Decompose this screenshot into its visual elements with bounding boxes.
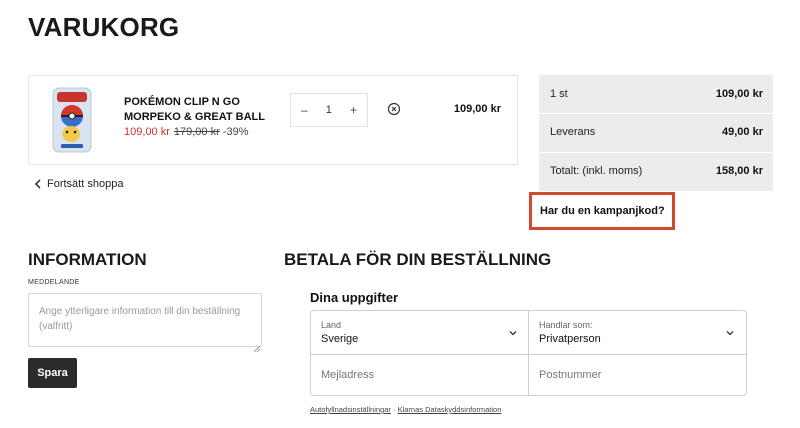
postcode-field[interactable]: Postnummer [539, 369, 739, 381]
email-placeholder: Mejladress [321, 369, 375, 381]
order-summary: 1 st 109,00 kr Leverans 49,00 kr Totalt:… [539, 75, 773, 191]
decrease-quantity-button[interactable]: – [301, 103, 308, 117]
summary-divider [539, 152, 773, 153]
promo-code-highlight: Har du en kampanjkod? [529, 192, 675, 230]
summary-divider [539, 113, 773, 114]
summary-label: Leverans [550, 126, 596, 138]
chevron-down-icon[interactable] [508, 328, 518, 338]
chevron-down-icon[interactable] [725, 328, 735, 338]
message-textarea[interactable]: Ange ytterligare information till din be… [28, 293, 262, 347]
form-divider [311, 354, 746, 355]
checkout-title: BETALA FÖR DIN BESTÄLLNING [284, 250, 552, 269]
summary-value: 158,00 kr [715, 165, 763, 177]
summary-value: 49,00 kr [722, 126, 763, 138]
page-title: VARUKORG [28, 12, 180, 42]
klarna-footer-links: Autofyllnadsinställningar · Klarnas Data… [310, 405, 501, 414]
postcode-placeholder: Postnummer [539, 369, 602, 381]
summary-label: 1 st [550, 88, 568, 100]
summary-row-shipping: Leverans 49,00 kr [550, 126, 763, 138]
old-price: 179,00 kr [173, 126, 220, 138]
country-value: Sverige [321, 333, 359, 345]
continue-shopping-link[interactable]: Fortsätt shoppa [34, 178, 123, 190]
privacy-info-link[interactable]: Klarnas Dataskyddsinformation [398, 405, 502, 414]
buyer-type-label: Handlar som: [539, 320, 593, 330]
summary-label: Totalt: (inkl. moms) [550, 165, 643, 177]
promo-code-link[interactable]: Har du en kampanjkod? [540, 205, 665, 217]
line-total: 109,00 kr [453, 103, 501, 115]
summary-row-quantity: 1 st 109,00 kr [550, 88, 763, 100]
discount-badge: -39% [222, 126, 249, 138]
chevron-left-icon [34, 179, 41, 189]
sale-price: 109,00 kr [124, 126, 170, 138]
link-separator: · [392, 405, 396, 414]
quantity-value[interactable]: 1 [326, 104, 332, 116]
quantity-stepper: – 1 + [290, 93, 368, 127]
buyer-type-select[interactable]: Handlar som: Privatperson [539, 320, 739, 345]
summary-value: 109,00 kr [715, 88, 763, 100]
product-name[interactable]: POKÉMON CLIP N GO MORPEKO & GREAT BALL [124, 95, 274, 125]
your-details-title: Dina uppgifter [310, 290, 399, 305]
buyer-type-value: Privatperson [539, 333, 601, 345]
increase-quantity-button[interactable]: + [350, 103, 357, 117]
circle-x-icon [387, 102, 401, 116]
summary-row-total: Totalt: (inkl. moms) 158,00 kr [550, 165, 763, 177]
resize-handle-icon[interactable] [253, 339, 261, 353]
continue-shopping-label: Fortsätt shoppa [47, 178, 124, 190]
message-label: MEDDELANDE [28, 279, 80, 286]
form-divider [528, 311, 529, 395]
information-title: INFORMATION [28, 250, 147, 269]
country-label: Land [321, 320, 342, 330]
email-field[interactable]: Mejladress [321, 369, 521, 381]
cart-item-card: POKÉMON CLIP N GO MORPEKO & GREAT BALL 1… [28, 75, 518, 165]
remove-item-button[interactable] [387, 102, 401, 116]
autofill-settings-link[interactable]: Autofyllnadsinställningar [310, 405, 391, 414]
country-select[interactable]: Land Sverige [321, 320, 521, 345]
product-image[interactable] [47, 86, 97, 154]
save-button[interactable]: Spara [28, 358, 77, 388]
customer-details-form: Land Sverige Handlar som: Privatperson M… [310, 310, 747, 396]
price-line: 109,00 kr 179,00 kr -39% [124, 126, 249, 138]
